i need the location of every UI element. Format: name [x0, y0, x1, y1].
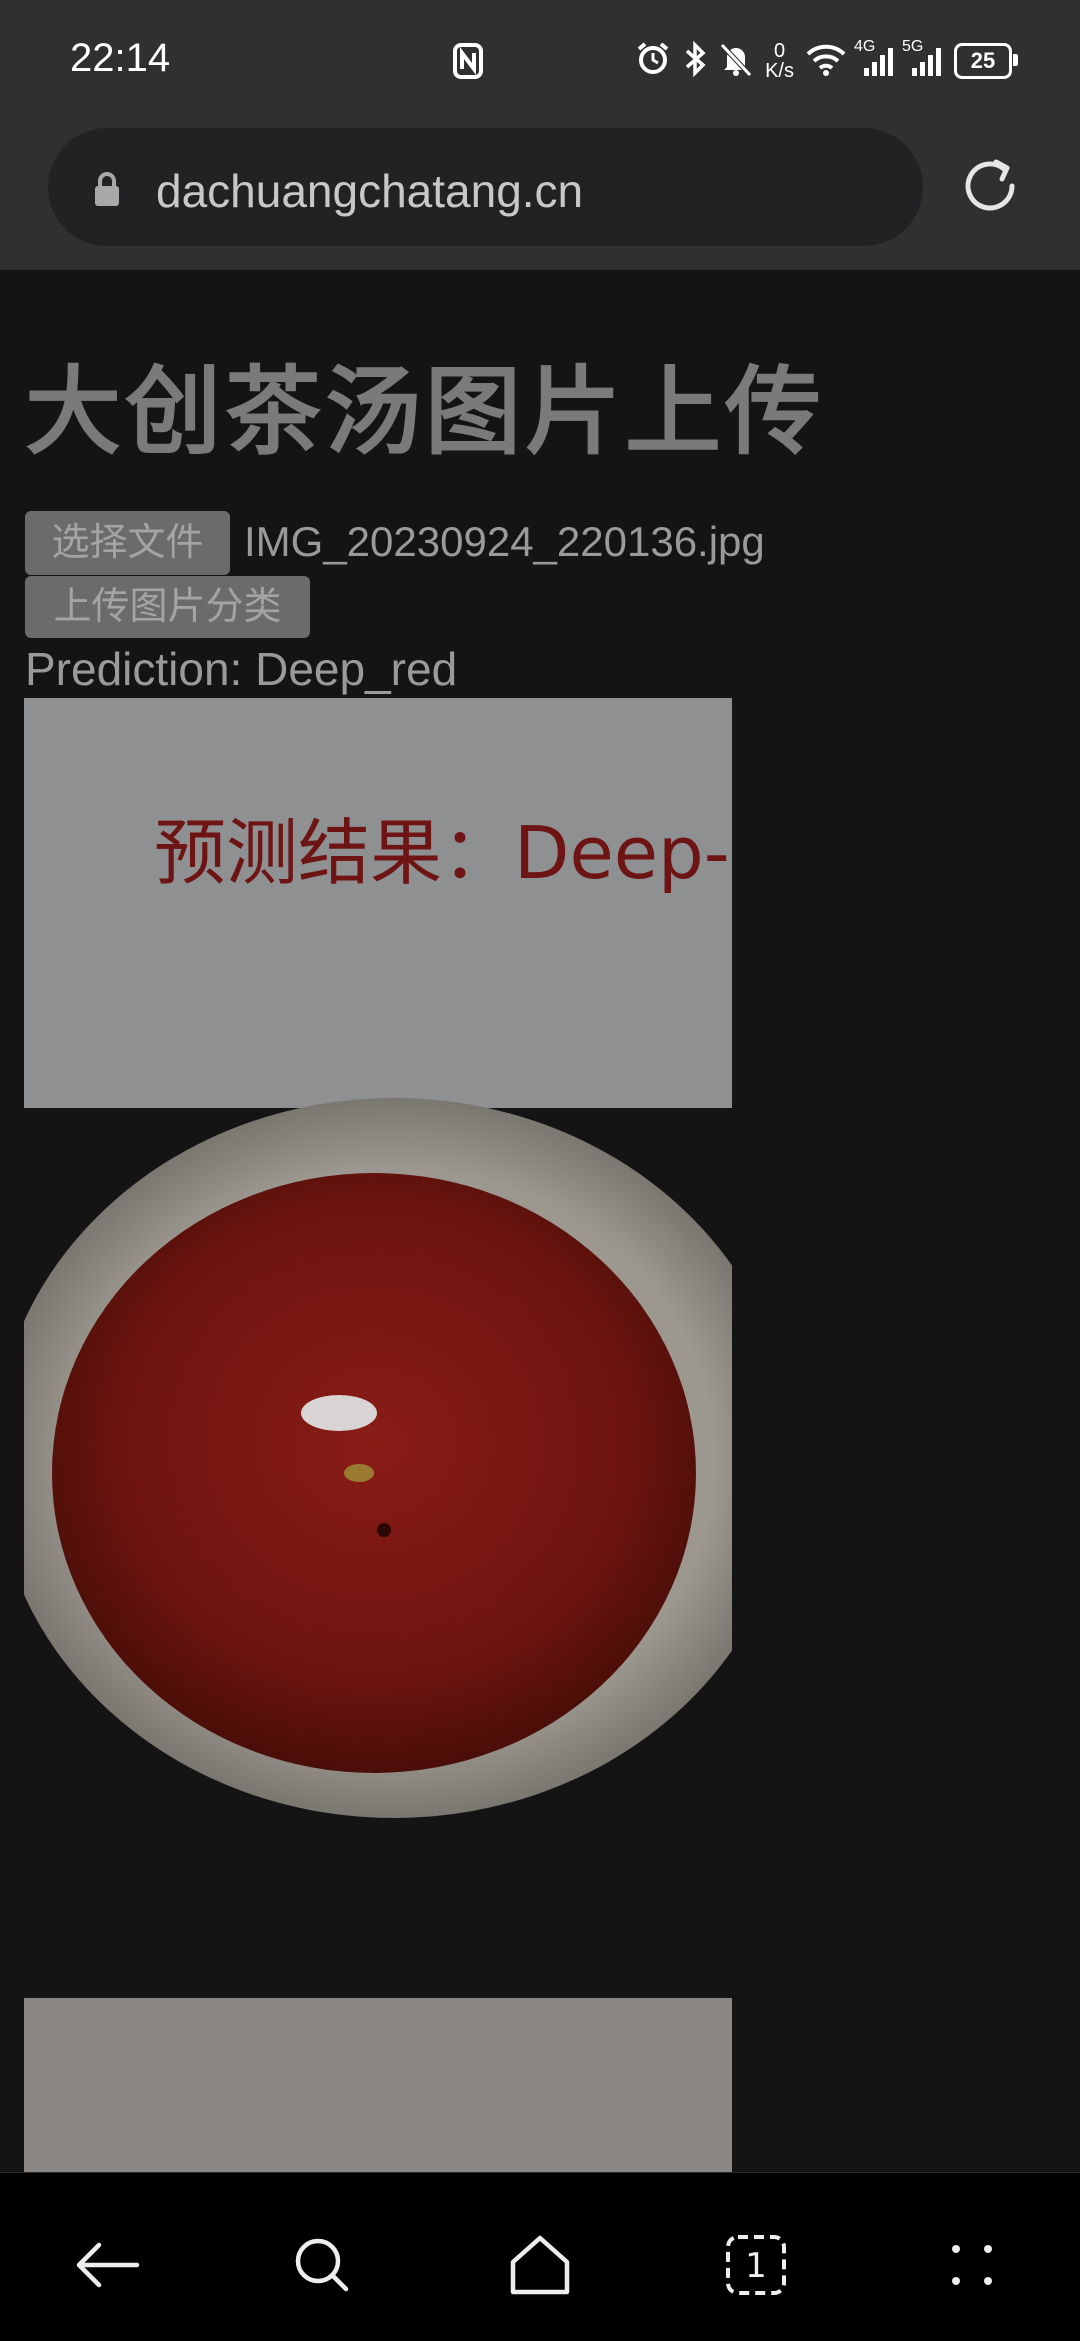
mute-icon [719, 41, 753, 82]
reload-icon[interactable] [958, 154, 1022, 223]
tabs-count: 1 [745, 2246, 767, 2286]
alarm-icon [635, 41, 671, 82]
bluetooth-icon [683, 40, 707, 82]
uploaded-tea-photo: 预测结果：Deep-rec [24, 698, 732, 2172]
status-time: 22:14 [70, 36, 171, 80]
prediction-result: Prediction: Deep_red [25, 643, 458, 695]
net-speed-value: 0 [773, 40, 786, 62]
selected-file-name: IMG_20230924_220136.jpg [244, 518, 765, 565]
battery-icon: 25 [954, 43, 1018, 79]
status-bar: 22:14 0 K/s 4G 5G 25 [0, 0, 1080, 124]
tabs-icon[interactable]: 1 [716, 2225, 796, 2305]
signal-5g-icon: 5G [902, 38, 942, 78]
url-text: dachuangchatang.cn [156, 165, 584, 217]
lock-icon [92, 170, 122, 213]
page-title: 大创茶汤图片上传 [25, 359, 825, 466]
net-speed: 0 K/s [765, 41, 794, 81]
search-icon[interactable] [282, 2225, 362, 2305]
signal-5g-label: 5G [902, 38, 924, 55]
net-speed-unit: K/s [765, 60, 794, 82]
menu-icon[interactable] [932, 2225, 1012, 2305]
browser-toolbar: dachuangchatang.cn [0, 124, 1080, 270]
battery-level: 25 [970, 48, 996, 73]
home-icon[interactable] [500, 2225, 580, 2305]
browser-bottom-nav: 1 [0, 2172, 1080, 2341]
nfc-icon [452, 42, 484, 85]
upload-classify-button[interactable]: 上传图片分类 [25, 576, 310, 638]
web-page: 大创茶汤图片上传 选择文件 IMG_20230924_220136.jpg 上传… [0, 270, 1080, 2172]
signal-4g-icon: 4G [854, 38, 894, 78]
wifi-icon [806, 42, 846, 81]
signal-4g-label: 4G [854, 38, 876, 55]
photo-caption: 预测结果：Deep-rec [154, 811, 732, 895]
choose-file-button[interactable]: 选择文件 [25, 511, 230, 575]
address-bar[interactable]: dachuangchatang.cn [48, 128, 923, 246]
status-icons: 0 K/s 4G 5G 25 [635, 36, 1018, 86]
back-icon[interactable] [68, 2225, 148, 2305]
